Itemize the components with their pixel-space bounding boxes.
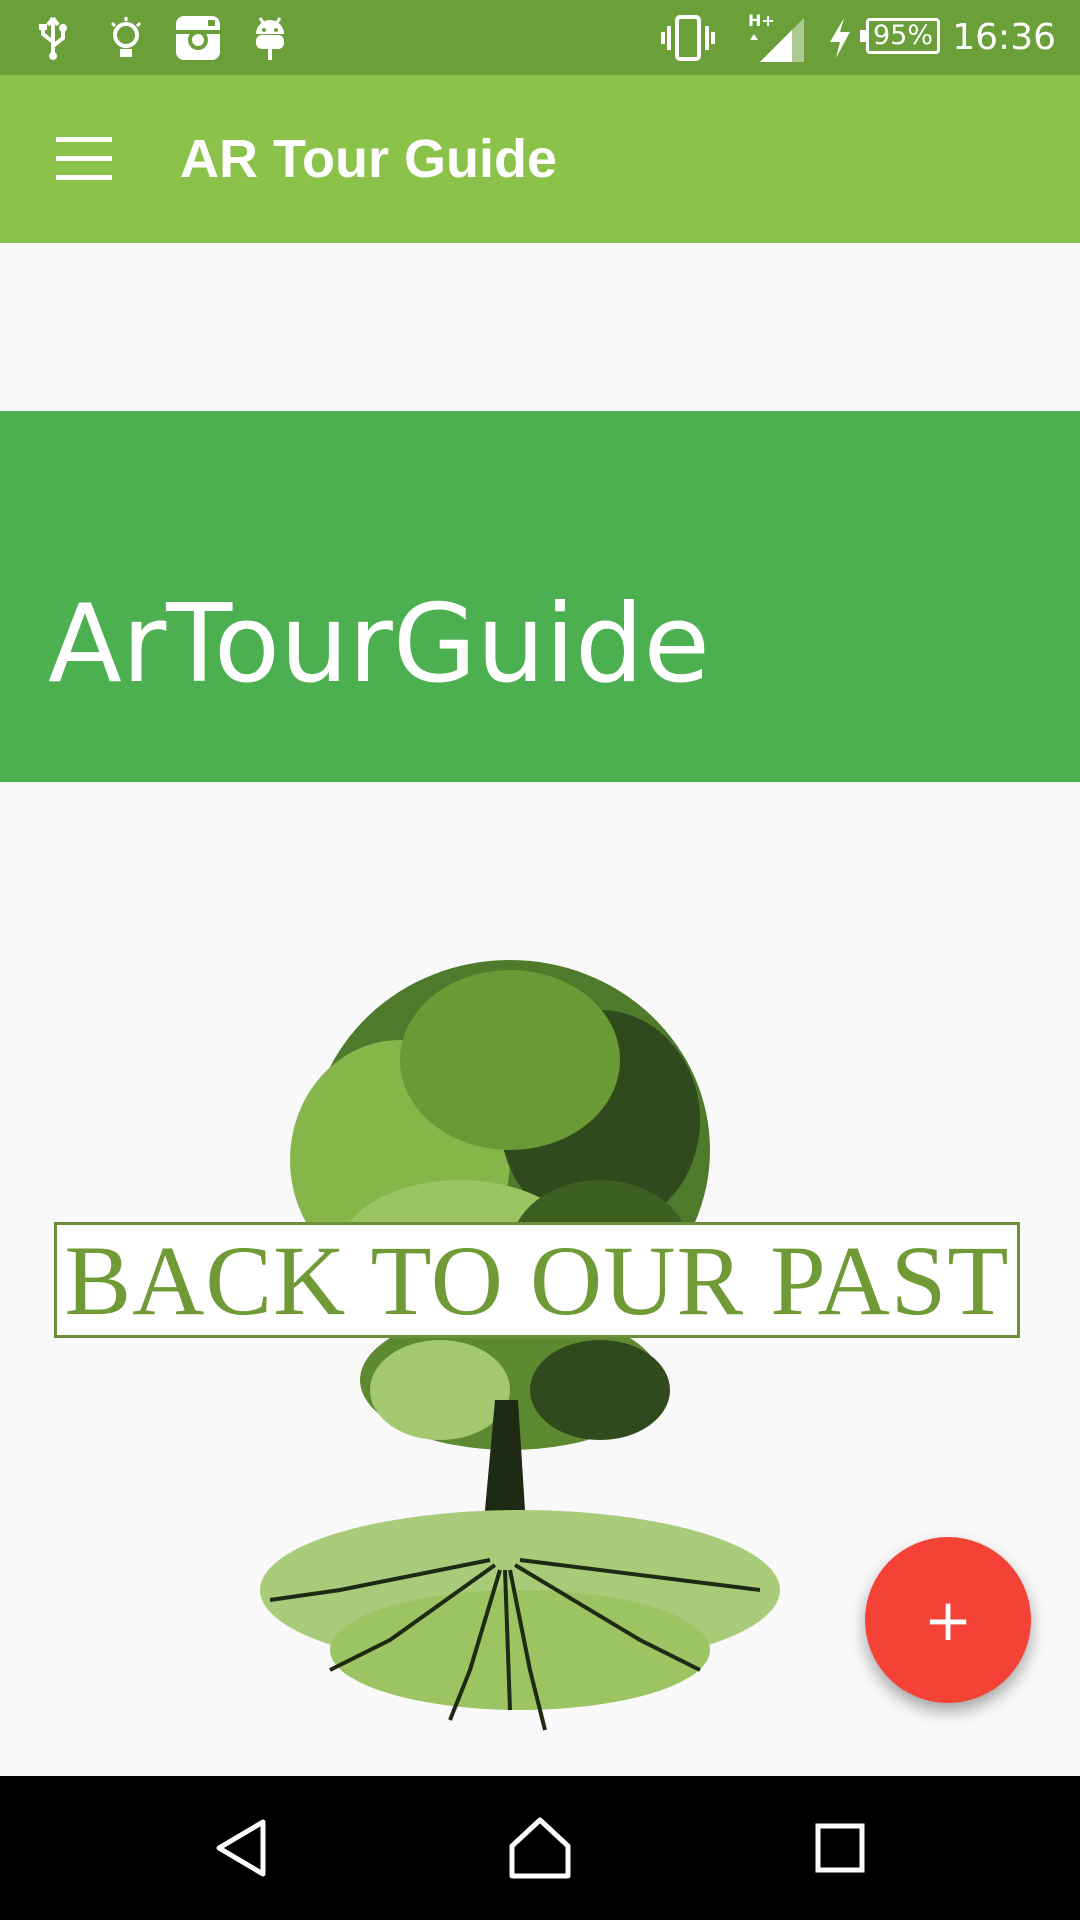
add-icon: + <box>923 1586 973 1654</box>
menu-line <box>56 175 112 180</box>
app-title: AR Tour Guide <box>180 129 557 189</box>
charging-icon <box>826 0 854 75</box>
hero-banner: ArTourGuide <box>0 411 1080 782</box>
vibrate-icon <box>660 0 716 75</box>
recents-icon[interactable] <box>765 1776 915 1920</box>
network-type-label: H+ <box>748 11 775 30</box>
instagram-icon <box>174 0 222 75</box>
menu-line <box>56 137 112 142</box>
home-icon[interactable] <box>465 1776 615 1920</box>
battery-icon: 95% <box>860 18 940 54</box>
logo-banner-text: BACK TO OUR PAST <box>54 1222 1020 1338</box>
lightbulb-icon <box>108 0 144 75</box>
hero-title: ArTourGuide <box>48 582 710 707</box>
status-time: 16:36 <box>952 17 1056 58</box>
status-bar: H+ 95% 16:36 <box>0 0 1080 75</box>
usb-icon <box>36 0 70 75</box>
hamburger-menu-icon[interactable] <box>40 115 128 203</box>
menu-line <box>56 156 112 161</box>
navigation-bar <box>0 1776 1080 1920</box>
add-button[interactable]: + <box>865 1537 1031 1703</box>
app-bar: AR Tour Guide <box>0 75 1080 243</box>
signal-icon: H+ <box>746 0 806 75</box>
android-icon <box>252 0 288 75</box>
back-icon[interactable] <box>166 1776 316 1920</box>
